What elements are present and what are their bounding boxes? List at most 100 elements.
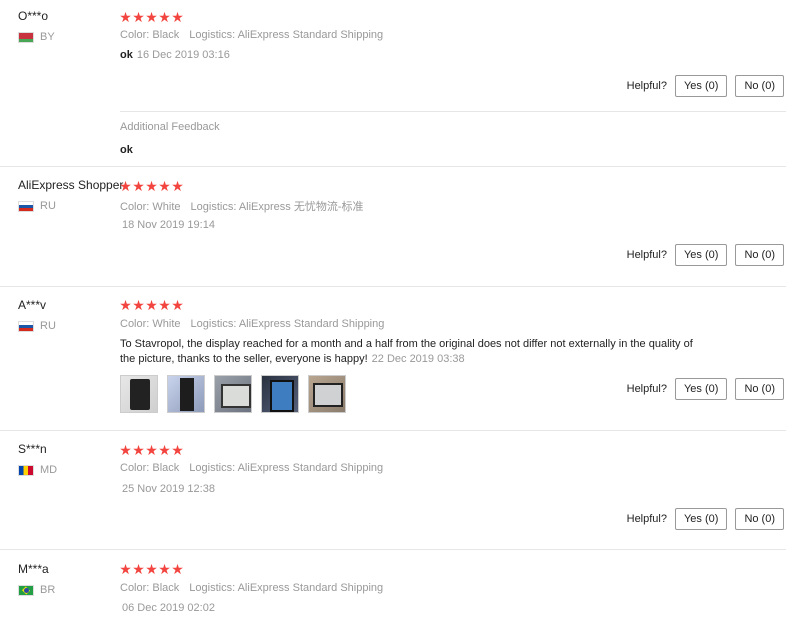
reviewer-name: AliExpress Shopper	[18, 178, 124, 192]
divider	[120, 111, 786, 112]
helpful-no-button[interactable]: No (0)	[735, 378, 784, 400]
product-color: Color: White	[120, 201, 181, 213]
product-color: Color: Black	[120, 582, 180, 594]
reviewer-country: RU	[18, 200, 56, 212]
review-attributes: Color: White Logistics: AliExpress Standa…	[120, 318, 384, 330]
star-rating: ★★★★★	[119, 298, 184, 312]
logistics: Logistics: AliExpress Standard Shipping	[189, 462, 384, 474]
product-color: Color: Black	[120, 29, 180, 41]
star-icon: ★	[132, 9, 145, 25]
star-icon: ★	[145, 178, 158, 194]
review-date: 18 Nov 2019 19:14	[122, 219, 215, 231]
review-attributes: Color: Black Logistics: AliExpress Standa…	[120, 582, 383, 594]
country-code: MD	[40, 464, 58, 476]
review-photo-thumbnail[interactable]	[120, 375, 158, 413]
star-icon: ★	[119, 561, 132, 577]
helpful-label: Helpful?	[626, 249, 667, 261]
helpful-label: Helpful?	[626, 383, 667, 395]
review-date: 06 Dec 2019 02:02	[122, 602, 215, 614]
review-content: ok 16 Dec 2019 03:16	[120, 48, 230, 63]
star-rating: ★★★★★	[119, 443, 184, 457]
helpful-label: Helpful?	[626, 513, 667, 525]
helpful-yes-button[interactable]: Yes (0)	[674, 75, 728, 97]
review-content: To Stavropol, the display reached for a …	[120, 337, 720, 367]
helpful-no-button[interactable]: No (0)	[735, 508, 784, 530]
star-rating: ★★★★★	[119, 10, 184, 24]
helpful-label: Helpful?	[626, 80, 667, 92]
country-code: BR	[40, 584, 56, 596]
star-icon: ★	[145, 442, 158, 458]
review-photo-thumbnail[interactable]	[214, 375, 252, 413]
helpful-yes-button[interactable]: Yes (0)	[674, 378, 728, 400]
brazil-flag-icon	[18, 584, 34, 596]
helpful-yes-button[interactable]: Yes (0)	[674, 508, 728, 530]
star-icon: ★	[158, 297, 171, 313]
helpful-vote: Helpful? Yes (0) No (0)	[627, 244, 784, 266]
additional-feedback-text: ok	[120, 144, 133, 156]
russia-flag-icon	[18, 320, 34, 332]
product-color: Color: Black	[120, 462, 180, 474]
product-color: Color: White	[120, 318, 181, 330]
country-code: RU	[40, 320, 56, 332]
divider	[0, 430, 786, 431]
star-icon: ★	[132, 561, 145, 577]
star-icon: ★	[171, 561, 184, 577]
review-photo-thumbnail[interactable]	[167, 375, 205, 413]
reviewer-name: M***a	[18, 562, 49, 576]
review-photo-thumbnail[interactable]	[261, 375, 299, 413]
star-icon: ★	[145, 9, 158, 25]
reviewer-country: RU	[18, 320, 56, 332]
russia-flag-icon	[18, 200, 34, 212]
star-icon: ★	[119, 297, 132, 313]
logistics: Logistics: AliExpress 无忧物流-标准	[190, 201, 364, 213]
helpful-vote: Helpful? Yes (0) No (0)	[627, 378, 784, 400]
star-icon: ★	[158, 442, 171, 458]
review-attributes: Color: White Logistics: AliExpress 无忧物流-标…	[120, 198, 364, 214]
star-icon: ★	[132, 178, 145, 194]
reviewer-name: A***v	[18, 298, 47, 312]
helpful-yes-button[interactable]: Yes (0)	[674, 244, 728, 266]
star-icon: ★	[119, 178, 132, 194]
helpful-vote: Helpful? Yes (0) No (0)	[627, 508, 784, 530]
star-rating: ★★★★★	[119, 179, 184, 193]
review-photos	[120, 375, 346, 413]
reviewer-country: BR	[18, 584, 55, 596]
logistics: Logistics: AliExpress Standard Shipping	[189, 582, 384, 594]
country-code: RU	[40, 200, 56, 212]
star-icon: ★	[119, 442, 132, 458]
logistics: Logistics: AliExpress Standard Shipping	[190, 318, 385, 330]
star-icon: ★	[171, 178, 184, 194]
logistics: Logistics: AliExpress Standard Shipping	[189, 29, 384, 41]
star-icon: ★	[171, 9, 184, 25]
review-text: To Stavropol, the display reached for a …	[120, 338, 693, 350]
reviewer-country: MD	[18, 464, 57, 476]
star-rating: ★★★★★	[119, 562, 184, 576]
divider	[0, 286, 786, 287]
reviewer-name: S***n	[18, 442, 47, 456]
review-attributes: Color: Black Logistics: AliExpress Standa…	[120, 29, 383, 41]
star-icon: ★	[132, 442, 145, 458]
star-icon: ★	[158, 9, 171, 25]
star-icon: ★	[145, 561, 158, 577]
star-icon: ★	[171, 297, 184, 313]
country-code: BY	[40, 31, 55, 43]
reviewer-country: BY	[18, 31, 55, 43]
helpful-vote: Helpful? Yes (0) No (0)	[627, 75, 784, 97]
helpful-no-button[interactable]: No (0)	[735, 244, 784, 266]
review-date: 22 Dec 2019 03:38	[371, 353, 465, 365]
review-text: ok	[120, 49, 133, 61]
review-date: 16 Dec 2019 03:16	[136, 49, 230, 61]
review-text: the picture, thanks to the seller, every…	[120, 353, 368, 365]
review-attributes: Color: Black Logistics: AliExpress Standa…	[120, 462, 383, 474]
moldova-flag-icon	[18, 464, 34, 476]
star-icon: ★	[132, 297, 145, 313]
helpful-no-button[interactable]: No (0)	[735, 75, 784, 97]
divider	[0, 166, 786, 167]
divider	[0, 549, 786, 550]
review-photo-thumbnail[interactable]	[308, 375, 346, 413]
star-icon: ★	[158, 178, 171, 194]
reviewer-name: O***o	[18, 9, 49, 23]
star-icon: ★	[171, 442, 184, 458]
additional-feedback-label: Additional Feedback	[120, 121, 220, 133]
star-icon: ★	[158, 561, 171, 577]
